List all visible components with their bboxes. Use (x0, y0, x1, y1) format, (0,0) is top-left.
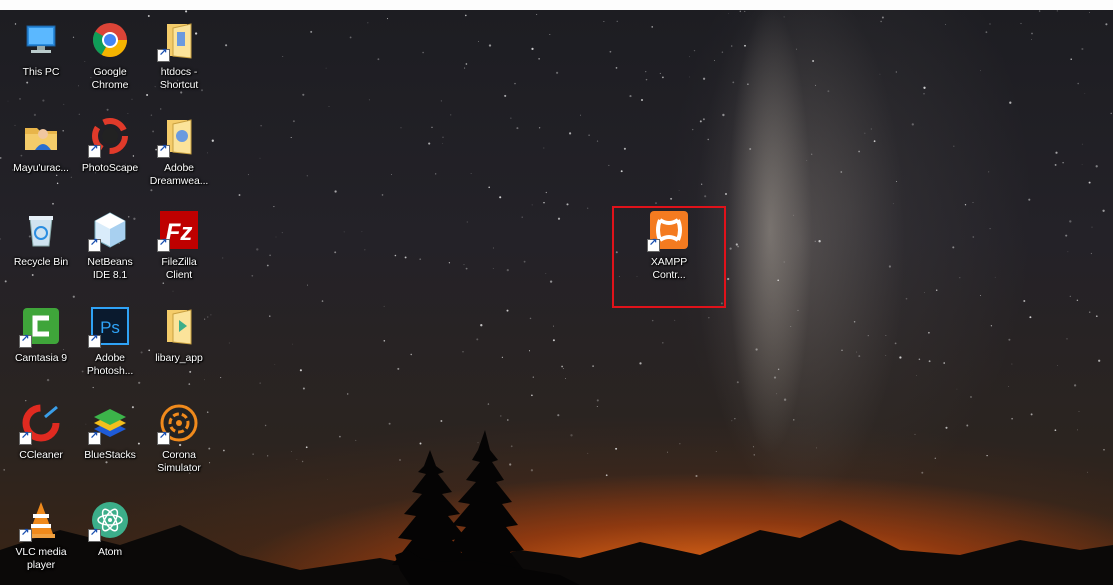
desktop[interactable]: This PC Mayu'urac... Recycle Bin Camtasi… (0, 10, 1113, 585)
xampp-icon (647, 210, 689, 252)
dreamweaver-icon (157, 116, 199, 158)
desktop-icon-netbeans[interactable]: NetBeans IDE 8.1 (78, 210, 142, 282)
desktop-icon-htdocs-shortcut[interactable]: htdocs - Shortcut (147, 20, 211, 92)
filezilla-icon: Fz (157, 210, 199, 252)
shortcut-arrow-icon (157, 143, 170, 158)
shortcut-arrow-icon (88, 237, 101, 252)
desktop-icon-libary-app[interactable]: libary_app (147, 306, 211, 365)
chrome-icon (90, 20, 130, 60)
desktop-icon-this-pc[interactable]: This PC (9, 20, 73, 79)
icon-label: PhotoScape (81, 162, 139, 174)
folder-icon (159, 306, 199, 346)
top-strip (0, 0, 1113, 10)
shortcut-arrow-icon (157, 430, 170, 445)
bluestacks-icon (88, 403, 130, 445)
desktop-icon-bluestacks[interactable]: BlueStacks (78, 403, 142, 462)
icon-label: This PC (22, 66, 60, 78)
icon-label: Corona Simulator (157, 449, 201, 474)
icon-label: Recycle Bin (13, 256, 69, 268)
svg-text:Ps: Ps (100, 318, 120, 337)
desktop-icon-xampp-control-panel[interactable]: XAMPP Contr... (637, 210, 701, 282)
icon-label: Adobe Photosh... (86, 352, 134, 377)
shortcut-arrow-icon (88, 527, 101, 542)
desktop-icon-ccleaner[interactable]: CCleaner (9, 403, 73, 462)
shortcut-arrow-icon (157, 237, 170, 252)
atom-icon (88, 500, 130, 542)
shortcut-arrow-icon (88, 143, 101, 158)
desktop-icon-atom[interactable]: Atom (78, 500, 142, 559)
vlc-icon (19, 500, 61, 542)
folder-shortcut-icon (157, 20, 199, 62)
shortcut-arrow-icon (157, 47, 170, 62)
shortcut-arrow-icon (647, 237, 660, 252)
desktop-icon-chrome[interactable]: Google Chrome (78, 20, 142, 92)
shortcut-arrow-icon (19, 527, 32, 542)
desktop-icon-photoshop[interactable]: Ps Adobe Photosh... (78, 306, 142, 378)
icon-label: Atom (97, 546, 123, 558)
icon-label: Mayu'urac... (13, 162, 69, 174)
desktop-icon-user-folder[interactable]: Mayu'urac... (9, 116, 73, 175)
desktop-icon-corona-simulator[interactable]: Corona Simulator (147, 403, 211, 475)
photoscape-icon (88, 116, 130, 158)
desktop-icon-camtasia[interactable]: Camtasia 9 (9, 306, 73, 365)
shortcut-arrow-icon (19, 430, 32, 445)
desktop-icon-vlc[interactable]: VLC media player (9, 500, 73, 572)
icon-label: Adobe Dreamwea... (149, 162, 209, 187)
photoshop-icon: Ps (88, 306, 130, 348)
desktop-icon-photoscape[interactable]: PhotoScape (78, 116, 142, 175)
ccleaner-icon (19, 403, 61, 445)
icon-label: libary_app (155, 352, 203, 364)
this-pc-icon (21, 20, 61, 60)
icon-label: htdocs - Shortcut (159, 66, 199, 91)
icon-label: Google Chrome (91, 66, 129, 91)
desktop-icon-dreamweaver[interactable]: Adobe Dreamwea... (147, 116, 211, 188)
user-folder-icon (21, 116, 61, 156)
recycle-bin-icon (21, 210, 61, 250)
shortcut-arrow-icon (88, 333, 101, 348)
shortcut-arrow-icon (19, 333, 32, 348)
icon-label: NetBeans IDE 8.1 (87, 256, 133, 281)
icon-label: XAMPP Contr... (650, 256, 688, 281)
icon-label: FileZilla Client (161, 256, 197, 281)
netbeans-icon (88, 210, 130, 252)
icon-label: Camtasia 9 (14, 352, 68, 364)
corona-simulator-icon (157, 403, 199, 445)
shortcut-arrow-icon (88, 430, 101, 445)
icon-label: BlueStacks (84, 449, 136, 461)
icon-label: VLC media player (15, 546, 67, 571)
landscape-silhouette (0, 430, 1113, 585)
desktop-icon-filezilla[interactable]: Fz FileZilla Client (147, 210, 211, 282)
desktop-icon-recycle-bin[interactable]: Recycle Bin (9, 210, 73, 269)
icon-label: CCleaner (19, 449, 63, 461)
camtasia-icon (19, 306, 61, 348)
